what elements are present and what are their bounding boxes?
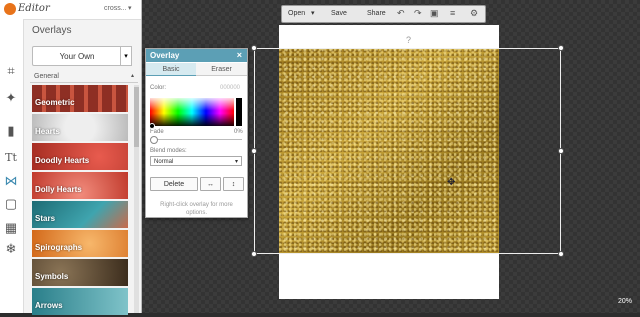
tile-label: Symbols xyxy=(35,272,69,281)
tool-strip: ⌗ ✦ ▮ Tt ⋈ ▢ ▦ ❄ xyxy=(0,19,24,313)
hint-text: Right-click overlay for more options. xyxy=(160,202,233,216)
app-header: Editor cross... ▾ xyxy=(0,0,141,20)
logo-icon xyxy=(4,3,16,15)
your-own-button[interactable]: Your Own xyxy=(32,46,122,66)
overlay-tile-dolly-hearts[interactable]: Dolly Hearts xyxy=(32,172,128,199)
chevron-down-icon[interactable]: ▾ xyxy=(311,9,315,17)
overlay-tile-doodly-hearts[interactable]: Doodly Hearts xyxy=(32,143,128,170)
tile-label: Arrows xyxy=(35,301,63,310)
fade-label: Fade xyxy=(150,129,164,135)
panel-title: Overlays xyxy=(32,25,72,36)
zoom-level: 20% xyxy=(618,298,633,305)
texture-icon[interactable]: ▦ xyxy=(3,220,19,236)
fade-slider-handle[interactable] xyxy=(150,136,158,144)
tile-label: Hearts xyxy=(35,127,60,136)
tile-label: Geometric xyxy=(35,98,75,107)
overlay-tile-geometric[interactable]: Geometric xyxy=(32,85,128,112)
user-name[interactable]: cross... xyxy=(104,5,127,12)
frame-icon[interactable]: ▢ xyxy=(3,196,19,212)
chevron-down-icon[interactable]: ▾ xyxy=(128,4,132,12)
redo-icon[interactable]: ↷ xyxy=(414,8,422,19)
butterfly-icon[interactable]: ⋈ xyxy=(3,173,19,189)
fade-value: 0% xyxy=(234,129,243,135)
scrollbar-thumb[interactable] xyxy=(134,87,139,147)
overlay-tile-stars[interactable]: Stars xyxy=(32,201,128,228)
overlays-panel: Overlays Your Own ▾ General ▴ Geometric … xyxy=(24,19,141,315)
tile-label: Spirographs xyxy=(35,243,83,252)
main-toolbar: Open ▾ Save Share ↶ ↷ ▣ ≡ ⚙ xyxy=(281,5,486,23)
overlay-selection-box[interactable] xyxy=(254,48,561,254)
settings-icon[interactable]: ⚙ xyxy=(470,8,478,19)
blend-label: Blend modes: xyxy=(150,148,187,154)
share-button[interactable]: Share xyxy=(367,10,386,17)
overlay-dialog: Overlay × Basic Eraser Color: 000000 Fad… xyxy=(145,48,248,218)
resize-handle-bottom-left[interactable] xyxy=(251,251,257,257)
magic-wand-icon[interactable]: ✦ xyxy=(3,90,19,106)
resize-handle-top-right[interactable] xyxy=(558,45,564,51)
category-select[interactable]: General ▴ xyxy=(30,71,138,83)
blend-mode-select[interactable]: Normal ▾ xyxy=(150,156,242,166)
rotate-handle[interactable]: ? xyxy=(406,35,411,45)
color-picker-marker[interactable] xyxy=(149,123,155,129)
save-button[interactable]: Save xyxy=(331,10,347,17)
sidebar: Editor cross... ▾ ⌗ ✦ ▮ Tt ⋈ ▢ ▦ ❄ Overl… xyxy=(0,0,142,315)
crop-icon[interactable]: ⌗ xyxy=(3,63,19,79)
compare-icon[interactable]: ▣ xyxy=(430,8,439,19)
chevron-down-icon[interactable]: ▾ xyxy=(120,46,132,66)
resize-handle-top-left[interactable] xyxy=(251,45,257,51)
open-menu[interactable]: Open xyxy=(288,10,305,17)
flip-horizontal-button[interactable]: ↔ xyxy=(200,177,221,191)
tab-eraser[interactable]: Eraser xyxy=(196,63,247,76)
chevron-down-icon: ▾ xyxy=(234,159,238,165)
close-icon[interactable]: × xyxy=(237,50,242,60)
blend-mode-value: Normal xyxy=(154,159,174,165)
color-brightness-bar[interactable] xyxy=(236,98,242,126)
color-label: Color: xyxy=(150,85,167,91)
brush-icon[interactable]: ▮ xyxy=(3,123,19,139)
fade-slider[interactable] xyxy=(152,139,242,140)
overlay-tiles: Geometric Hearts Doodly Hearts Dolly Hea… xyxy=(32,85,128,317)
overlay-tile-arrows[interactable]: Arrows xyxy=(32,288,128,315)
dialog-title: Overlay xyxy=(150,51,180,60)
overlay-tile-spirographs[interactable]: Spirographs xyxy=(32,230,128,257)
tiles-scrollbar[interactable] xyxy=(134,85,139,313)
tab-basic[interactable]: Basic xyxy=(146,63,196,76)
tile-label: Doodly Hearts xyxy=(35,156,90,165)
overlay-tile-hearts[interactable]: Hearts xyxy=(32,114,128,141)
flip-vertical-button[interactable]: ↕ xyxy=(223,177,244,191)
text-icon[interactable]: Tt xyxy=(3,149,19,165)
tile-label: Stars xyxy=(35,214,56,223)
overlay-tile-symbols[interactable]: Symbols xyxy=(32,259,128,286)
resize-handle-bottom-right[interactable] xyxy=(558,251,564,257)
resize-handle-left[interactable] xyxy=(251,148,257,154)
resize-handle-right[interactable] xyxy=(558,148,564,154)
snowflake-icon[interactable]: ❄ xyxy=(3,241,19,257)
delete-button[interactable]: Delete xyxy=(150,177,198,191)
color-hex-value[interactable]: 000000 xyxy=(220,85,240,91)
color-spectrum[interactable] xyxy=(150,98,234,126)
chevron-down-icon: ▴ xyxy=(130,73,134,79)
layers-icon[interactable]: ≡ xyxy=(450,8,455,18)
undo-icon[interactable]: ↶ xyxy=(397,8,405,19)
tile-label: Dolly Hearts xyxy=(35,185,82,194)
category-label: General xyxy=(34,73,59,80)
app-logo-text: Editor xyxy=(18,3,50,14)
dialog-header: Overlay × xyxy=(146,49,247,62)
move-cursor-icon: ✥ xyxy=(447,177,456,188)
